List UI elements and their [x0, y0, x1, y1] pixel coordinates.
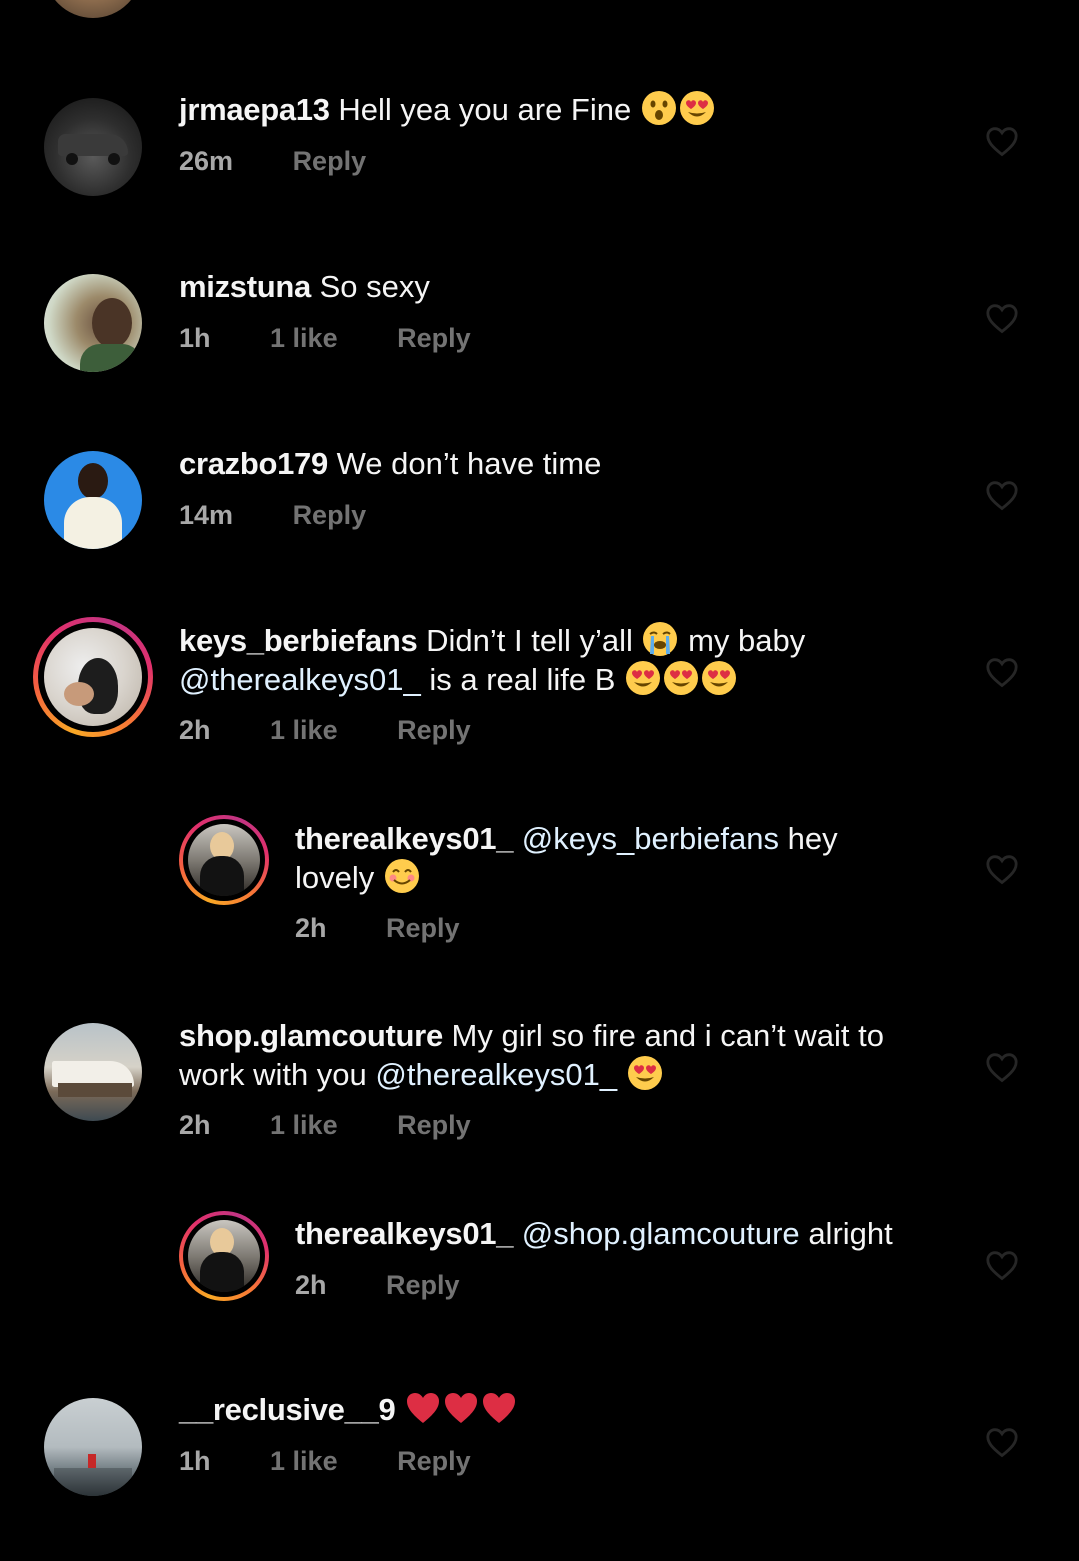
smiling-face-emoji [384, 858, 420, 894]
reply-button[interactable]: Reply [293, 500, 367, 531]
like-heart-icon[interactable] [985, 656, 1019, 688]
heart-eyes-face-emoji [627, 1055, 663, 1091]
comment-body: So sexy [319, 269, 430, 304]
comment-time: 1h [179, 1446, 211, 1476]
comment-meta: 2h 1 like Reply [179, 715, 471, 746]
comment-meta: 2h Reply [295, 1270, 460, 1301]
like-count[interactable]: 1 like [270, 715, 338, 746]
mention-link[interactable]: @therealkeys01_ [179, 662, 421, 697]
username[interactable]: keys_berbiefans [179, 623, 418, 658]
comment-time: 26m [179, 146, 234, 176]
mention-link[interactable]: @keys_berbiefans [522, 821, 779, 856]
comment-time: 2h [179, 715, 211, 745]
avatar[interactable] [44, 451, 142, 549]
comment-body: hey [787, 821, 838, 856]
comment-text: crazbo179 We don’t have time [179, 444, 939, 483]
username[interactable]: therealkeys01_ [295, 1216, 513, 1251]
mention-link[interactable]: @shop.glamcouture [522, 1216, 800, 1251]
heart-eyes-face-emoji [663, 660, 699, 696]
comment-meta: 14m Reply [179, 500, 366, 531]
comment-body: is a real life B [429, 662, 616, 697]
reply-button[interactable]: Reply [397, 1110, 471, 1141]
username[interactable]: crazbo179 [179, 446, 328, 481]
red-heart-emoji [405, 1390, 441, 1426]
like-heart-icon[interactable] [985, 1051, 1019, 1083]
like-heart-icon[interactable] [985, 479, 1019, 511]
mention-link[interactable]: @therealkeys01_ [375, 1057, 617, 1092]
comment-meta: 1h 1 like Reply [179, 323, 471, 354]
like-count[interactable]: 1 like [270, 1110, 338, 1141]
comment-body: alright [808, 1216, 893, 1251]
comment-text: __reclusive__9 [179, 1390, 939, 1429]
comment-time: 14m [179, 500, 234, 530]
astonished-face-emoji [641, 90, 677, 126]
comment-body: Hell yea you are Fine [338, 92, 632, 127]
reply-button[interactable]: Reply [397, 1446, 471, 1477]
heart-eyes-face-emoji [625, 660, 661, 696]
comment-text: keys_berbiefans Didn’t I tell y’all my b… [179, 621, 939, 699]
comment-body: Didn’t I tell y’all [426, 623, 633, 658]
comment-time: 2h [295, 1270, 327, 1300]
username[interactable]: mizstuna [179, 269, 311, 304]
comment-body: lovely [295, 860, 375, 895]
avatar [44, 628, 142, 726]
like-count[interactable]: 1 like [270, 1446, 338, 1477]
reply-button[interactable]: Reply [386, 1270, 460, 1301]
like-heart-icon[interactable] [985, 302, 1019, 334]
comment-meta: 2h Reply [295, 913, 460, 944]
comment-time: 2h [179, 1110, 211, 1140]
like-count[interactable]: 1 like [270, 323, 338, 354]
like-heart-icon[interactable] [985, 1426, 1019, 1458]
red-heart-emoji [481, 1390, 517, 1426]
reply-button[interactable]: Reply [386, 913, 460, 944]
story-ring-avatar[interactable] [33, 617, 153, 737]
username[interactable]: therealkeys01_ [295, 821, 513, 856]
avatar [188, 1220, 260, 1292]
username[interactable]: __reclusive__9 [179, 1392, 396, 1427]
story-ring-avatar[interactable] [179, 815, 269, 905]
comment-body: We don’t have time [336, 446, 602, 481]
avatar[interactable] [44, 1023, 142, 1121]
reply-text: therealkeys01_ @shop.glamcouture alright [295, 1214, 955, 1253]
avatar[interactable] [44, 274, 142, 372]
red-heart-emoji [443, 1390, 479, 1426]
like-heart-icon[interactable] [985, 1249, 1019, 1281]
avatar[interactable] [44, 1398, 142, 1496]
comment-meta: 1h 1 like Reply [179, 1446, 471, 1477]
comment-text: jrmaepa13 Hell yea you are Fine [179, 90, 939, 129]
comment-body: my baby [688, 623, 806, 658]
like-heart-icon[interactable] [985, 125, 1019, 157]
comment-text: shop.glamcouture My girl so fire and i c… [179, 1016, 939, 1094]
reply-button[interactable]: Reply [397, 323, 471, 354]
previous-comment-avatar[interactable] [44, 0, 142, 18]
comment-text: mizstuna So sexy [179, 267, 939, 306]
reply-button[interactable]: Reply [293, 146, 367, 177]
avatar[interactable] [44, 98, 142, 196]
reply-text: therealkeys01_ @keys_berbiefans hey love… [295, 819, 935, 897]
comment-time: 2h [295, 913, 327, 943]
comment-meta: 26m Reply [179, 146, 366, 177]
heart-eyes-face-emoji [679, 90, 715, 126]
heart-eyes-face-emoji [701, 660, 737, 696]
username[interactable]: shop.glamcouture [179, 1018, 443, 1053]
reply-button[interactable]: Reply [397, 715, 471, 746]
comment-meta: 2h 1 like Reply [179, 1110, 471, 1141]
loudly-crying-face-emoji [642, 621, 678, 657]
avatar [188, 824, 260, 896]
story-ring-avatar[interactable] [179, 1211, 269, 1301]
like-heart-icon[interactable] [985, 853, 1019, 885]
username[interactable]: jrmaepa13 [179, 92, 330, 127]
comment-time: 1h [179, 323, 211, 353]
